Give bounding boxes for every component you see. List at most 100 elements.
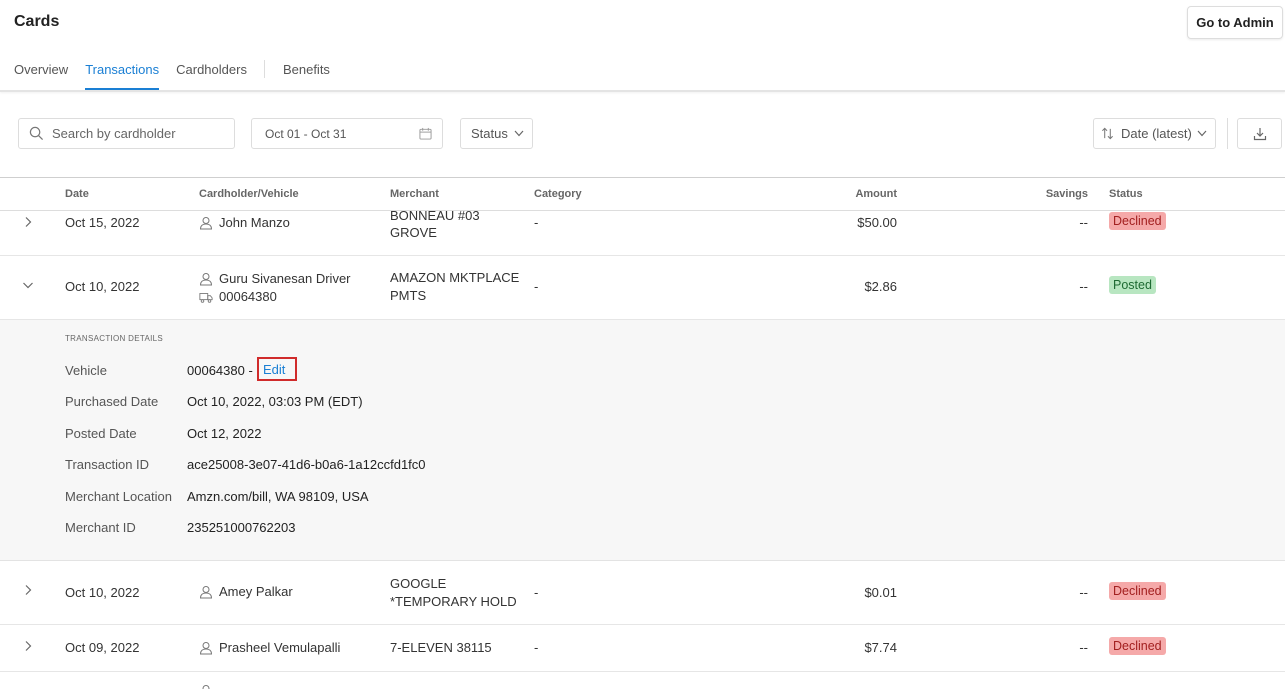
filter-toolbar: Oct 01 - Oct 31 Status Date (latest) [0, 92, 1285, 178]
table-row[interactable]: Oct 09, 2022 Prasheel Vemulapalli 7-ELEV… [0, 625, 1285, 672]
status-badge: Posted [1109, 276, 1156, 294]
row-date: Oct 15, 2022 [65, 215, 140, 230]
column-amount[interactable]: Amount [855, 188, 897, 200]
row-category: - [534, 215, 539, 230]
detail-value: Amzn.com/bill, WA 98109, USA [187, 489, 369, 504]
expand-row-toggle[interactable] [22, 584, 36, 598]
row-savings: -- [1079, 215, 1088, 230]
row-savings: -- [1079, 585, 1088, 600]
tab-overview[interactable]: Overview [14, 62, 68, 90]
vehicle-line: 00064380 [199, 288, 351, 306]
transaction-details-panel: TRANSACTION DETAILS Vehicle 00064380 - P… [0, 320, 1285, 561]
detail-value: 235251000762203 [187, 520, 296, 535]
cardholder-name: Prasheel Vemulapalli [219, 640, 341, 655]
tab-divider [263, 60, 265, 78]
search-input[interactable] [52, 126, 222, 141]
row-amount: $0.01 [864, 585, 897, 600]
row-cardholder: Guru Sivanesan Driver 00064380 [199, 270, 351, 306]
user-icon [199, 273, 213, 286]
date-range-value: Oct 01 - Oct 31 [265, 127, 347, 141]
table-header: Date Cardholder/Vehicle Merchant Categor… [0, 178, 1285, 211]
row-merchant: AMAZON MKTPLACE PMTS [390, 269, 519, 305]
row-category: - [534, 585, 539, 600]
expand-row-toggle[interactable] [22, 216, 36, 230]
column-savings[interactable]: Savings [1046, 188, 1088, 200]
search-box [18, 118, 235, 149]
detail-label: Transaction ID [65, 457, 150, 472]
detail-value: 00064380 - [187, 363, 253, 378]
cardholder-name: Guru Sivanesan Driver [219, 271, 351, 286]
status-badge: Declined [1109, 582, 1166, 600]
merchant-name-line1: BONNEAU #03 [390, 208, 480, 223]
expand-row-toggle[interactable] [22, 640, 36, 654]
tab-bar: Overview Transactions Cardholders Benefi… [14, 60, 347, 92]
sort-icon [1102, 127, 1113, 140]
row-merchant: 7-ELEVEN 38115 [390, 640, 492, 655]
row-status: Declined [1109, 212, 1166, 230]
chevron-right-icon [25, 641, 32, 651]
table-row[interactable]: Oct 10, 2022 Amey Palkar GOOGLE *TEMPORA… [0, 561, 1285, 625]
row-date: Oct 09, 2022 [65, 640, 140, 655]
merchant-name-line1: AMAZON MKTPLACE [390, 270, 520, 285]
row-savings: -- [1079, 640, 1088, 655]
page-title: Cards [14, 13, 60, 30]
cardholder-line: Guru Sivanesan Driver [199, 270, 351, 288]
status-filter-dropdown[interactable]: Status [460, 118, 533, 149]
merchant-name-line1: GOOGLE [390, 576, 447, 591]
merchant-name-line2: PMTS [390, 288, 427, 303]
merchant-name-line2: GROVE [390, 225, 437, 240]
tab-benefits[interactable]: Benefits [283, 62, 330, 90]
table-row[interactable]: Oct 15, 2022 John Manzo BONNEAU #03 GROV… [0, 208, 1285, 256]
sort-label: Date (latest) [1121, 126, 1192, 141]
search-icon [29, 126, 44, 141]
column-status[interactable]: Status [1109, 188, 1143, 200]
detail-label: Purchased Date [65, 394, 159, 409]
collapse-row-toggle[interactable] [22, 279, 36, 293]
merchant-name-line1: 7-ELEVEN 38115 [390, 640, 492, 655]
go-to-admin-button[interactable]: Go to Admin [1187, 6, 1283, 39]
detail-value: ace25008-3e07-41d6-b0a6-1a12ccfd1fc0 [187, 457, 426, 472]
sort-dropdown[interactable]: Date (latest) [1093, 118, 1216, 149]
truck-icon [199, 293, 213, 303]
user-icon [199, 216, 213, 229]
cardholder-name: Amey Palkar [219, 584, 293, 599]
row-amount: $2.86 [864, 279, 897, 294]
table-row[interactable]: Oct 10, 2022 Guru Sivanesan Driver 00064… [0, 256, 1285, 320]
detail-value: Oct 10, 2022, 03:03 PM (EDT) [187, 394, 363, 409]
cardholder-name: John Manzo [219, 215, 290, 230]
column-category[interactable]: Category [534, 188, 582, 200]
user-icon [199, 585, 213, 598]
row-amount: $50.00 [857, 215, 897, 230]
chevron-right-icon [25, 585, 32, 595]
chevron-down-icon [23, 282, 33, 289]
chevron-down-icon [514, 130, 524, 137]
status-badge: Declined [1109, 637, 1166, 655]
column-merchant[interactable]: Merchant [390, 188, 439, 200]
status-badge: Declined [1109, 212, 1166, 230]
merchant-name-line2: *TEMPORARY HOLD [390, 594, 517, 609]
detail-label: Vehicle [65, 363, 107, 378]
column-cardholder[interactable]: Cardholder/Vehicle [199, 188, 299, 200]
edit-vehicle-link[interactable]: Edit [257, 357, 297, 381]
vehicle-number: 00064380 [219, 289, 277, 304]
tab-transactions[interactable]: Transactions [85, 62, 159, 90]
row-savings: -- [1079, 279, 1088, 294]
calendar-icon [419, 127, 432, 140]
detail-label: Merchant Location [65, 489, 172, 504]
row-category: - [534, 279, 539, 294]
detail-value: Oct 12, 2022 [187, 426, 262, 441]
status-filter-label: Status [471, 126, 508, 141]
row-cardholder: John Manzo [199, 215, 290, 230]
row-date: Oct 10, 2022 [65, 585, 140, 600]
column-date[interactable]: Date [65, 188, 89, 200]
row-status: Declined [1109, 637, 1166, 655]
row-amount: $7.74 [864, 640, 897, 655]
table-row[interactable] [0, 672, 1285, 689]
tab-cardholders[interactable]: Cardholders [176, 62, 247, 90]
download-button[interactable] [1237, 118, 1282, 149]
user-icon [202, 685, 210, 689]
chevron-right-icon [25, 217, 32, 227]
toolbar-divider [1227, 118, 1228, 149]
date-range-picker[interactable]: Oct 01 - Oct 31 [251, 118, 443, 149]
user-icon [199, 641, 213, 654]
